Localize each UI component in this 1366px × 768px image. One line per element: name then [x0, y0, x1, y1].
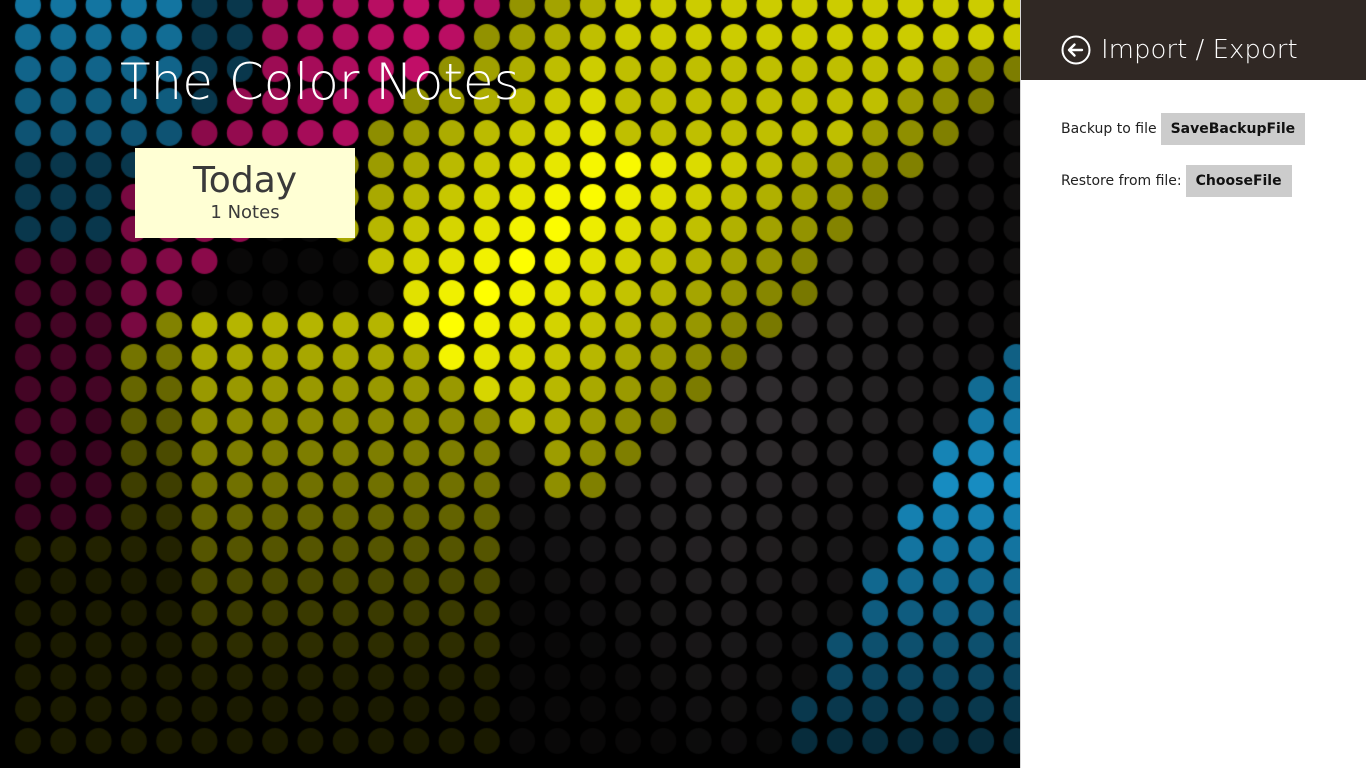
save-backup-file-button[interactable]: SaveBackupFile — [1160, 113, 1306, 145]
group-tile-count: 1 Notes — [210, 202, 280, 223]
import-export-pane: Import / Export Backup to file SaveBacku… — [1020, 0, 1366, 768]
pane-title: Import / Export — [1101, 35, 1298, 65]
pane-header: Import / Export — [1021, 0, 1366, 80]
back-arrow-circle-icon[interactable] — [1061, 35, 1091, 65]
restore-label: Restore from file: — [1061, 173, 1182, 189]
app-title: The Color Notes — [120, 53, 520, 111]
app-window: The Color Notes Today 1 Notes Import / E… — [0, 0, 1366, 768]
restore-row: Restore from file: ChooseFile — [1061, 165, 1292, 197]
background-dot-pattern — [0, 0, 1020, 768]
backup-row: Backup to file SaveBackupFile — [1061, 113, 1306, 145]
group-tile-today[interactable]: Today 1 Notes — [135, 148, 355, 238]
choose-file-button[interactable]: ChooseFile — [1185, 165, 1292, 197]
backup-label: Backup to file — [1061, 121, 1157, 137]
group-tile-title: Today — [192, 160, 298, 201]
